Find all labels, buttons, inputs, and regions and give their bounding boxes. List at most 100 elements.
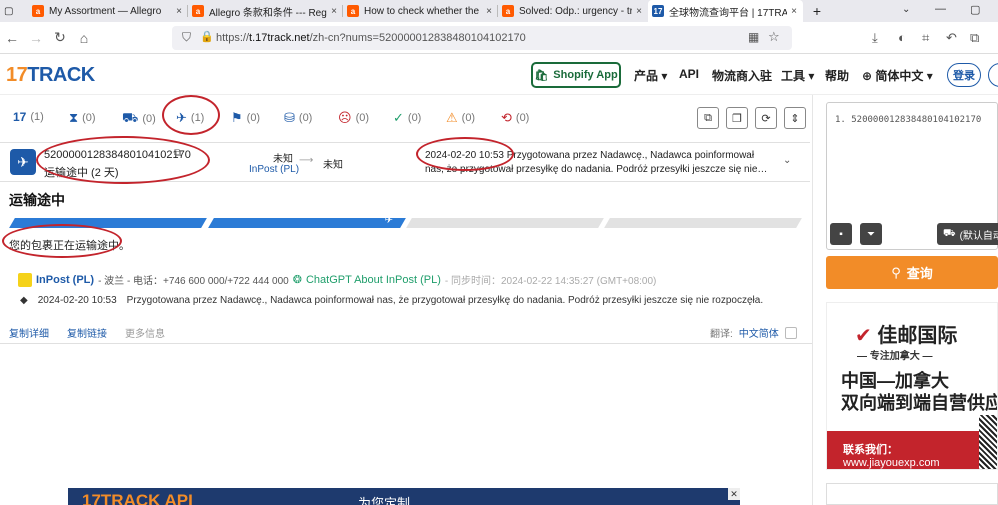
ad-line2: 双向端到端自营供应 xyxy=(841,393,998,413)
expand-chevron-icon[interactable]: ⌄ xyxy=(783,155,791,166)
downloads-icon[interactable]: ⤓ xyxy=(872,30,878,46)
allegro-favicon-icon: a xyxy=(347,5,359,17)
copy-link-link[interactable]: 复制链接 xyxy=(67,325,107,340)
shopify-app-button[interactable]: 🛍 Shopify App xyxy=(531,62,621,88)
browser-tab-1[interactable]: a Allegro 条款和条件 --- Regula × xyxy=(188,0,343,22)
ad-slogan: — 专注加拿大 — xyxy=(857,351,933,362)
banner-logo: 17TRACK API xyxy=(82,491,193,505)
translate-checkbox[interactable] xyxy=(784,326,797,339)
refresh-button[interactable]: ⟳ xyxy=(755,107,777,129)
copy-detail-link[interactable]: 复制详细 xyxy=(9,325,49,340)
filter-count: (0) xyxy=(407,112,422,124)
carrier-link[interactable]: InPost (PL) xyxy=(249,164,299,175)
filter-out-for-delivery[interactable]: ⛁ (0) xyxy=(284,110,312,126)
lock-icon[interactable]: 🔒 xyxy=(200,30,214,43)
tab-overflow-icon[interactable]: ⌄ xyxy=(902,4,910,15)
close-tab-icon[interactable]: × xyxy=(636,6,642,17)
copy-icon: ⧉ xyxy=(704,111,712,124)
close-tab-icon[interactable]: × xyxy=(486,6,492,17)
translate-language[interactable]: 中文简体 xyxy=(739,325,779,340)
ad-site: www.jiayouexp.com xyxy=(843,457,940,469)
filter-undelivered[interactable]: ☹ (0) xyxy=(338,110,369,126)
checkmark-icon: ✓ xyxy=(393,110,404,125)
browser-tab-4[interactable]: 17 全球物流查询平台 | 17TRACK × xyxy=(648,0,803,22)
annotation-circle xyxy=(162,95,220,135)
tab-list-button[interactable]: ▢ xyxy=(0,0,28,22)
more-info-link[interactable]: 更多信息 xyxy=(125,325,165,340)
carrier-select-button[interactable]: ⛟ (默认自动 xyxy=(937,223,998,245)
shopify-label: Shopify App xyxy=(553,69,618,81)
close-tab-icon[interactable]: × xyxy=(331,6,337,17)
minimize-icon[interactable]: — xyxy=(935,3,946,15)
undo-icon[interactable]: ↶ xyxy=(946,30,957,46)
shield-icon[interactable]: ⛉ xyxy=(182,30,191,45)
funnel-icon: ⏷ xyxy=(867,228,875,240)
allegro-favicon-icon: a xyxy=(192,5,204,17)
close-banner-icon[interactable]: ✕ xyxy=(728,488,740,500)
progress-segment-4 xyxy=(604,218,802,228)
copy-all-button[interactable]: ❐ xyxy=(726,107,748,129)
new-tab-button[interactable]: + xyxy=(803,0,833,22)
filter-alert[interactable]: ⚠ (0) xyxy=(446,110,475,126)
browser-tab-0[interactable]: a My Assortment — Allegro × xyxy=(28,0,188,22)
copy-button[interactable]: ⧉ xyxy=(697,107,719,129)
close-tab-icon[interactable]: × xyxy=(791,6,797,17)
filter-all[interactable]: 17 (1) xyxy=(13,110,44,124)
close-tab-icon[interactable]: × xyxy=(176,6,182,17)
ad-brand: ✔ 佳邮国际 xyxy=(855,319,957,348)
maximize-icon[interactable]: ▢ xyxy=(970,3,980,16)
filter-expired[interactable]: ⟲ (0) xyxy=(501,110,529,126)
extensions-puzzle-icon[interactable]: ⧉ xyxy=(970,30,979,46)
home-icon[interactable]: ⌂ xyxy=(72,30,96,46)
detail-actions: 复制详细 复制链接 更多信息 xyxy=(9,325,165,340)
translate-control: 翻译: 中文简体 xyxy=(710,325,797,340)
address-bar[interactable]: ⛉ 🔒 https://t.17track.net/zh-cn?nums=520… xyxy=(172,26,792,50)
17track-logo[interactable]: 17TRACK xyxy=(6,64,95,87)
chatgpt-link[interactable]: ChatGPT About InPost (PL) xyxy=(306,274,441,286)
filter-pick-up[interactable]: ⚑ (0) xyxy=(231,110,260,126)
menu-products[interactable]: 产品 ▾ xyxy=(634,67,667,84)
filter-count: (0) xyxy=(142,113,156,125)
browser-tab-3[interactable]: a Solved: Odp.: urgency - track × xyxy=(498,0,648,22)
carrier-select-label: (默认自动 xyxy=(959,230,998,242)
login-button[interactable]: 登录 xyxy=(947,63,981,87)
delete-button[interactable]: ▪ xyxy=(830,223,852,245)
back-icon[interactable]: ← xyxy=(0,30,24,46)
browser-tab-2[interactable]: a How to check whether the b × xyxy=(343,0,498,22)
tab-list-icon: ▢ xyxy=(4,5,14,17)
route-arrow-icon: ⟶ xyxy=(299,155,314,166)
filter-not-found[interactable]: ⧗ (0) xyxy=(69,110,96,126)
menu-help[interactable]: 帮助 xyxy=(825,67,849,84)
tracking-numbers-textarea[interactable]: 1. 520000012838480104102170 xyxy=(835,115,981,125)
crop-icon[interactable]: ⌗ xyxy=(922,30,929,46)
tracking-input-panel[interactable]: 1. 520000012838480104102170 ▪ ⏷ ⛟ (默认自动 xyxy=(826,102,998,250)
menu-language[interactable]: ⊕ 简体中文 ▾ xyxy=(862,67,933,84)
filter-count: (0) xyxy=(461,112,476,124)
menu-api[interactable]: API xyxy=(679,67,699,81)
advertisement[interactable]: ✔ 佳邮国际 — 专注加拿大 — 中国—加拿大 双向端到端自营供应 联系我们： … xyxy=(826,302,998,470)
tab-title: How to check whether the b xyxy=(364,5,483,17)
reload-icon[interactable]: ↻ xyxy=(48,29,72,46)
browser-tab-bar: ▢ a My Assortment — Allegro × a Allegro … xyxy=(0,0,998,22)
flag-icon: ⚑ xyxy=(231,110,243,125)
filter-delivered[interactable]: ✓ (0) xyxy=(393,110,421,126)
filter-button[interactable]: ⏷ xyxy=(860,223,882,245)
search-button[interactable]: ⚲ 查询 xyxy=(826,256,998,289)
collapse-button[interactable]: ⇕ xyxy=(784,107,806,129)
register-button[interactable] xyxy=(988,63,998,87)
advertisement-2[interactable] xyxy=(826,483,998,505)
bookmark-star-icon[interactable]: ☆ xyxy=(768,29,780,45)
airplane-icon: ✈ xyxy=(384,215,393,226)
status-heading: 运输途中 xyxy=(9,192,65,208)
browser-nav-bar: ← → ↻ ⌂ ⛉ 🔒 https://t.17track.net/zh-cn?… xyxy=(0,22,998,54)
carrier-name[interactable]: InPost (PL) xyxy=(36,274,94,286)
copy-all-icon: ❐ xyxy=(732,112,742,125)
api-banner[interactable]: 17TRACK API 为您定制 ✕ xyxy=(68,488,740,505)
menu-carrier-onboarding[interactable]: 物流商入驻 xyxy=(712,67,772,84)
extension-icon[interactable]: ◐ xyxy=(898,30,906,45)
forward-icon[interactable]: → xyxy=(24,30,48,46)
menu-tools[interactable]: 工具 ▾ xyxy=(781,67,814,84)
qr-code-icon[interactable]: ▦ xyxy=(748,30,759,44)
carrier-meta: - 波兰 - 电话：+746 600 000/+722 444 000 xyxy=(98,276,289,287)
filter-info-received[interactable]: ⛟ (0) xyxy=(122,110,156,128)
